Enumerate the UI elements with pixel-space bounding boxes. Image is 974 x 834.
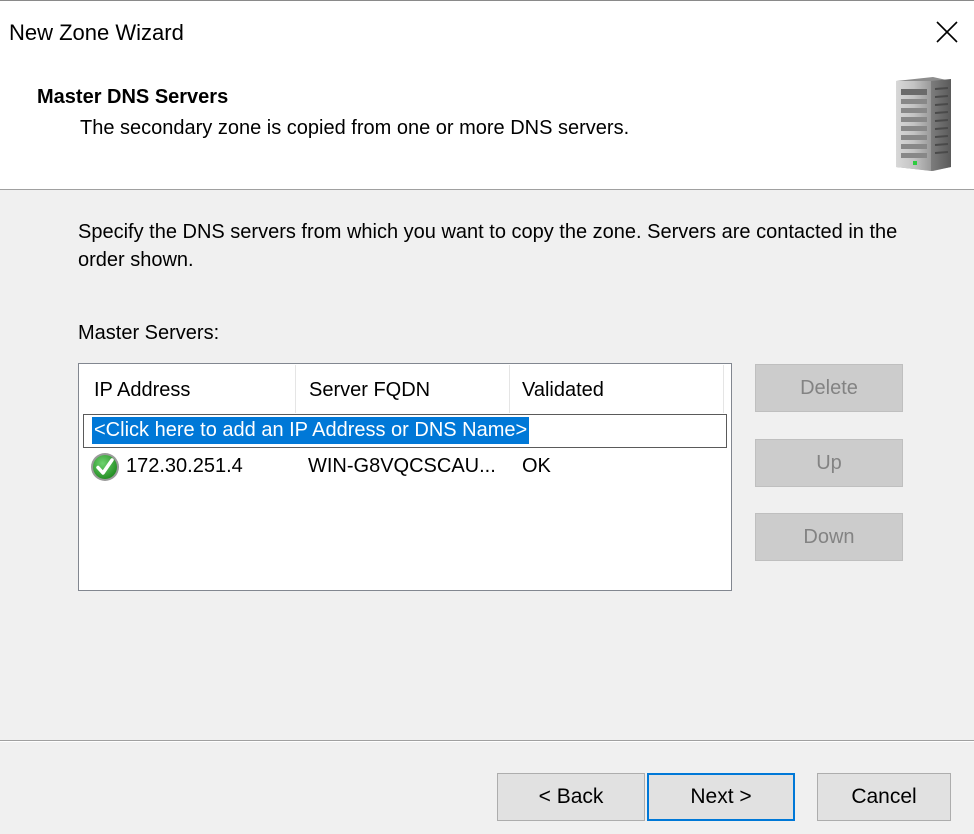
close-icon	[936, 21, 958, 43]
row-server-fqdn: WIN-G8VQCSCAU...	[308, 455, 496, 477]
title-bar: New Zone Wizard	[0, 1, 974, 67]
server-tower-icon	[896, 77, 951, 171]
column-header-server-fqdn[interactable]: Server FQDN	[296, 365, 510, 413]
new-zone-wizard-window: New Zone Wizard Master DNS Servers The s…	[0, 0, 974, 834]
cancel-button[interactable]: Cancel	[817, 773, 951, 821]
delete-button[interactable]: Delete	[755, 364, 903, 412]
master-servers-label: Master Servers:	[78, 322, 220, 344]
page-heading: Master DNS Servers	[37, 86, 229, 108]
row-ip-address: 172.30.251.4	[126, 455, 243, 477]
add-server-input-text[interactable]: <Click here to add an IP Address or DNS …	[92, 417, 530, 444]
window-title: New Zone Wizard	[9, 20, 184, 45]
master-servers-list[interactable]: IP Address Server FQDN Validated <Click …	[78, 363, 732, 591]
page-subheading: The secondary zone is copied from one or…	[80, 117, 630, 139]
row-validated-status: OK	[522, 455, 551, 477]
green-check-icon	[91, 453, 119, 481]
column-header-validated[interactable]: Validated	[510, 365, 724, 413]
next-button[interactable]: Next >	[647, 773, 795, 821]
instructions-text: Specify the DNS servers from which you w…	[78, 221, 898, 271]
footer-divider-highlight	[0, 741, 974, 742]
column-header-ip-address[interactable]: IP Address	[80, 365, 296, 413]
back-button[interactable]: < Back	[497, 773, 645, 821]
add-server-edit-box[interactable]: <Click here to add an IP Address or DNS …	[83, 414, 727, 448]
list-header: IP Address Server FQDN Validated	[80, 365, 730, 413]
close-button[interactable]	[914, 1, 974, 65]
move-up-button[interactable]: Up	[755, 439, 903, 487]
wizard-header: Master DNS Servers The secondary zone is…	[0, 67, 974, 190]
list-row[interactable]: 172.30.251.4 WIN-G8VQCSCAU... OK	[80, 451, 730, 483]
move-down-button[interactable]: Down	[755, 513, 903, 561]
